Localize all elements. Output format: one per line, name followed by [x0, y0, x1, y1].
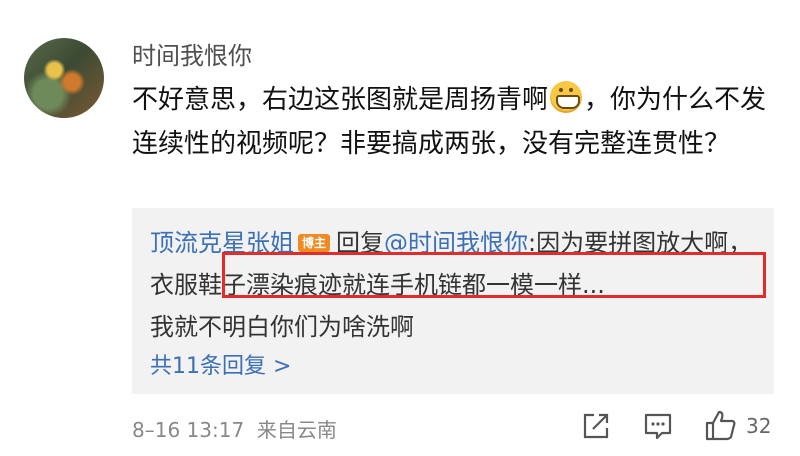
reply-text-part1: :因为要拼图放大啊，: [528, 229, 753, 257]
author-badge: 博主: [298, 234, 331, 252]
thumbs-up-icon[interactable]: [704, 408, 738, 442]
comment-location: 来自云南: [256, 418, 337, 442]
reply-author[interactable]: 顶流克星张姐: [150, 229, 294, 257]
like-count: 32: [746, 414, 772, 438]
reply-action: 回复: [336, 229, 385, 257]
reply-content: 顶流克星张姐 博主 回复@时间我恨你:因为要拼图放大啊， 衣服鞋子漂染痕迹就连手机链都…: [150, 222, 762, 348]
reply-mention[interactable]: @时间我恨你: [384, 229, 528, 257]
comment-icon[interactable]: [642, 410, 674, 442]
grin-emoji-icon: [550, 81, 583, 113]
comment-username[interactable]: 时间我恨你: [132, 36, 252, 71]
comment-timestamp: 8–16 13:17: [132, 418, 245, 442]
comment-content: 不好意思，右边这张图就是周扬青啊 ，你为什么不发连续性的视频呢？非要搞成两张，没有…: [132, 78, 772, 166]
comment-text-part1: 不好意思，右边这张图就是周扬青啊: [132, 85, 549, 115]
avatar[interactable]: [24, 38, 104, 118]
more-replies-link[interactable]: 共11条回复 >: [150, 348, 291, 380]
comment-meta: 8–16 13:17 来自云南: [132, 414, 337, 443]
reply-highlighted-text: 衣服鞋子漂染痕迹就连手机链都一模一样...: [150, 271, 605, 299]
reply-text-part2: 我就不明白你们为啥洗啊: [150, 313, 414, 341]
share-icon[interactable]: [580, 410, 612, 442]
